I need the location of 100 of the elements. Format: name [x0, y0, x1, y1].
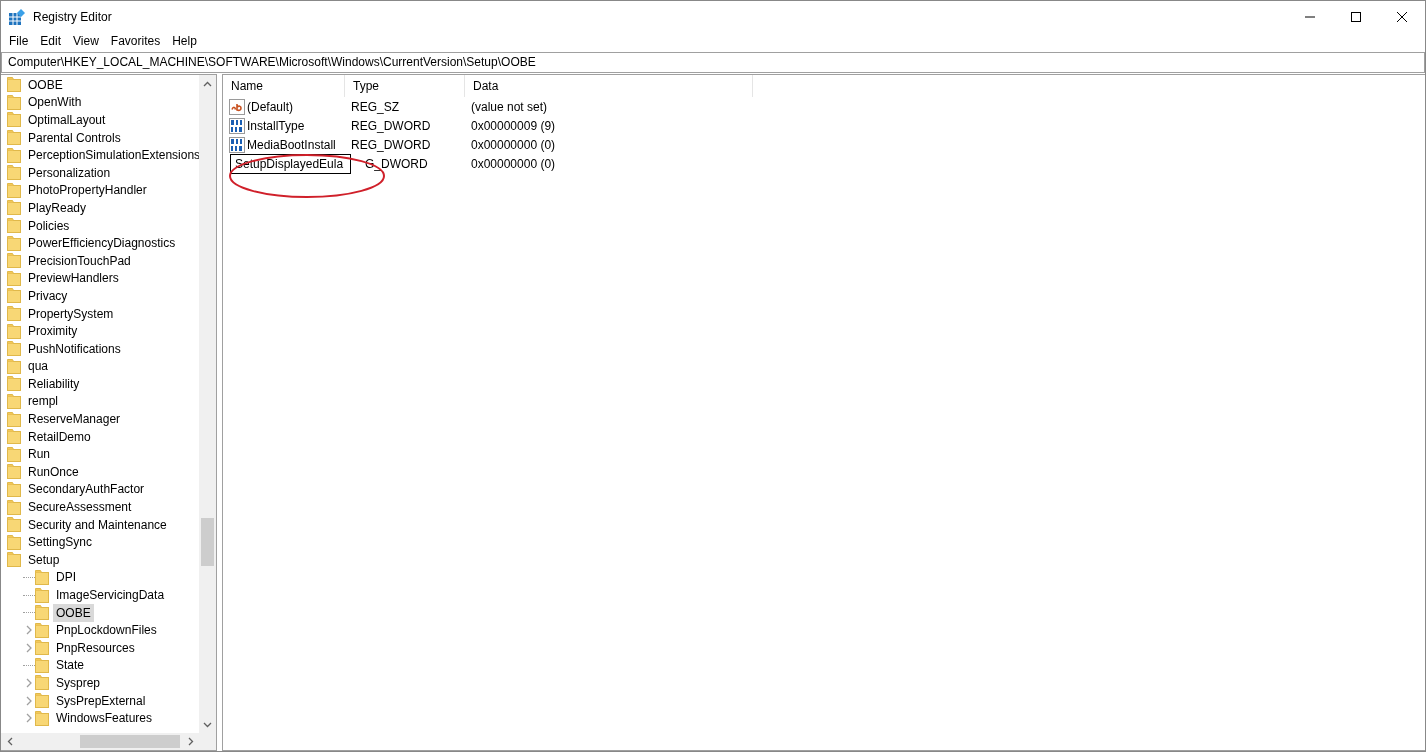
- tree-item[interactable]: qua: [25, 357, 52, 376]
- string-value-icon: [229, 98, 245, 115]
- folder-icon: [7, 217, 21, 235]
- folder-icon: [7, 463, 21, 481]
- scroll-left-icon[interactable]: [6, 737, 13, 746]
- folder-icon: [7, 551, 21, 569]
- menu-item[interactable]: Favorites: [104, 32, 167, 51]
- folder-icon: [7, 146, 21, 164]
- tree-item[interactable]: ImageServicingData: [53, 586, 168, 604]
- menu-item[interactable]: View: [67, 32, 105, 51]
- tree-item[interactable]: Setup: [25, 550, 63, 569]
- folder-icon: [7, 181, 21, 199]
- tree-item[interactable]: PowerEfficiencyDiagnostics: [25, 234, 179, 253]
- tree-item[interactable]: PlayReady: [25, 198, 90, 217]
- tree-item[interactable]: OpenWith: [25, 93, 85, 112]
- value-name[interactable]: MediaBootInstall: [247, 135, 336, 154]
- folder-icon: [7, 393, 21, 410]
- folder-icon: [35, 656, 49, 674]
- tree-item[interactable]: Policies: [25, 216, 73, 235]
- folder-icon: [7, 322, 21, 340]
- tree-item[interactable]: RunOnce: [25, 462, 82, 481]
- tree-item[interactable]: PushNotifications: [25, 339, 124, 358]
- value-type: REG_SZ: [350, 98, 400, 116]
- tree-item[interactable]: PrecisionTouchPad: [25, 251, 134, 270]
- folder-icon: [35, 709, 49, 727]
- menu-item[interactable]: Help: [166, 32, 203, 51]
- tree-item[interactable]: OOBE: [53, 603, 94, 622]
- folder-icon: [7, 340, 21, 358]
- folder-icon: [7, 164, 21, 182]
- scroll-right-icon[interactable]: [187, 737, 194, 746]
- value-data: 0x00000009 (9): [470, 117, 556, 135]
- value-data: 0x00000000 (0): [470, 155, 556, 173]
- tree-item[interactable]: rempl: [25, 392, 61, 411]
- folder-icon: [7, 498, 21, 516]
- folder-icon: [7, 76, 21, 94]
- folder-icon: [7, 287, 21, 305]
- tree-item[interactable]: SecureAssessment: [25, 498, 135, 517]
- column-header[interactable]: Type: [345, 75, 465, 97]
- scrollbar-thumb[interactable]: [201, 518, 214, 566]
- horizontal-scrollbar[interactable]: [1, 733, 216, 750]
- tree-item[interactable]: OOBE: [25, 75, 66, 94]
- tree-item[interactable]: Security and Maintenance: [25, 515, 170, 534]
- tree-item[interactable]: RetailDemo: [25, 427, 94, 446]
- tree-item[interactable]: Parental Controls: [25, 128, 124, 147]
- folder-icon: [7, 234, 21, 252]
- tree-item[interactable]: WindowsFeatures: [53, 709, 156, 728]
- tree-item[interactable]: Privacy: [25, 286, 71, 305]
- value-name[interactable]: InstallType: [247, 116, 305, 135]
- tree-item[interactable]: Run: [25, 445, 53, 464]
- folder-icon: [7, 480, 21, 498]
- tree-item[interactable]: PnpLockdownFiles: [53, 621, 160, 640]
- folder-icon: [7, 516, 21, 534]
- menu-item[interactable]: Edit: [34, 32, 68, 51]
- scroll-down-icon[interactable]: [203, 721, 212, 728]
- folder-icon: [7, 428, 21, 446]
- value-type: REG_DWORD: [350, 136, 432, 154]
- vertical-scrollbar[interactable]: [199, 75, 216, 733]
- tree-item[interactable]: PropertySystem: [25, 304, 117, 323]
- tree-item[interactable]: ReserveManager: [25, 410, 124, 429]
- tree-item[interactable]: PhotoPropertyHandler: [25, 181, 150, 200]
- tree-item[interactable]: PnpResources: [53, 638, 138, 657]
- folder-icon: [35, 692, 49, 710]
- tree-item[interactable]: Sysprep: [53, 674, 104, 692]
- folder-icon: [7, 375, 21, 393]
- folder-icon: [7, 357, 21, 375]
- column-header[interactable]: Data: [465, 75, 753, 97]
- folder-icon: [7, 410, 21, 428]
- tree-item[interactable]: SettingSync: [25, 533, 96, 552]
- registry-app-icon: [9, 8, 25, 25]
- value-name[interactable]: (Default): [247, 97, 293, 116]
- folder-icon: [35, 604, 49, 622]
- tree-item[interactable]: Reliability: [25, 374, 83, 393]
- folder-icon: [7, 111, 21, 129]
- tree-item[interactable]: PreviewHandlers: [25, 269, 122, 288]
- column-header[interactable]: Name: [223, 75, 345, 97]
- scroll-up-icon[interactable]: [203, 80, 212, 87]
- folder-icon: [35, 568, 49, 586]
- scrollbar-thumb[interactable]: [80, 735, 180, 748]
- tree-item[interactable]: PerceptionSimulationExtensions: [25, 146, 199, 165]
- window-title: Registry Editor: [33, 8, 112, 26]
- tree-item[interactable]: DPI: [53, 568, 79, 587]
- tree-item[interactable]: State: [53, 656, 88, 675]
- tree-item[interactable]: SysPrepExternal: [53, 691, 149, 710]
- folder-icon: [7, 129, 21, 147]
- tree-item[interactable]: SecondaryAuthFactor: [25, 480, 148, 499]
- folder-icon: [7, 269, 21, 287]
- folder-icon: [7, 445, 21, 463]
- address-bar[interactable]: Computer\HKEY_LOCAL_MACHINE\SOFTWARE\Microsoft\Windows\CurrentVersion\Setup\OOBE: [1, 52, 1425, 73]
- value-type: REG_DWORD: [350, 117, 432, 135]
- menu-item[interactable]: File: [3, 32, 35, 51]
- value-type: G_DWORD: [364, 155, 429, 173]
- folder-icon: [35, 621, 49, 639]
- folder-icon: [7, 199, 21, 217]
- tree-item[interactable]: Proximity: [25, 322, 81, 341]
- tree-item[interactable]: Personalization: [25, 163, 114, 182]
- folder-icon: [35, 586, 49, 604]
- tree-item[interactable]: OptimalLayout: [25, 111, 109, 129]
- close-icon: [1397, 11, 1407, 22]
- folder-icon: [35, 674, 49, 692]
- value-data: 0x00000000 (0): [470, 136, 556, 154]
